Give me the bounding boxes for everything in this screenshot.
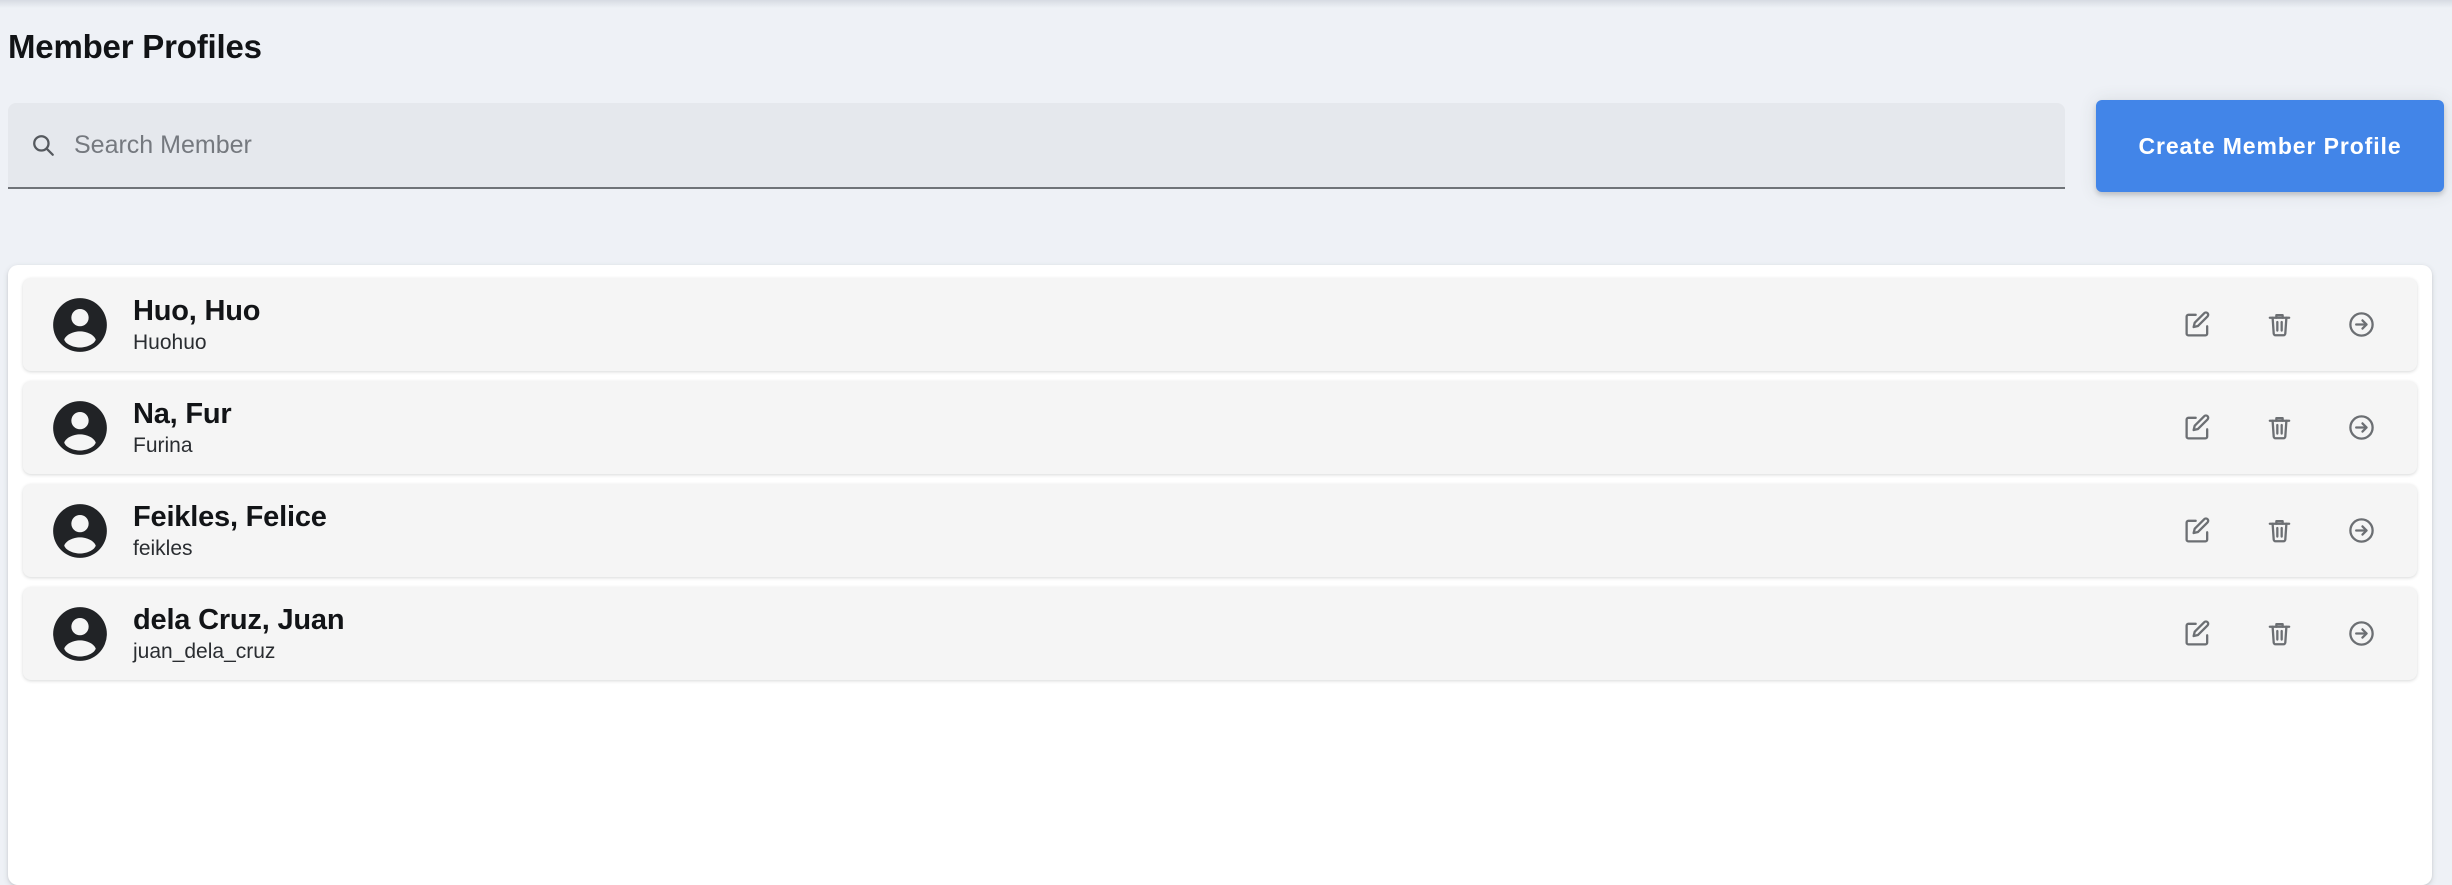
member-identity: dela Cruz, Juan juan_dela_cruz [133,603,345,665]
edit-square-pencil-icon [2183,619,2212,648]
member-identity: Feikles, Felice feikles [133,500,327,562]
person-avatar-icon [49,294,111,356]
person-avatar-icon [49,603,111,665]
member-list-item[interactable]: Na, Fur Furina [23,381,2417,474]
open-button[interactable] [2333,297,2389,353]
edit-square-pencil-icon [2183,310,2212,339]
open-button[interactable] [2333,503,2389,559]
delete-button[interactable] [2251,400,2307,456]
member-name: Na, Fur [133,397,232,430]
member-row-actions [2169,484,2389,577]
arrow-right-circle-icon [2347,310,2376,339]
person-avatar-icon [49,500,111,562]
trash-icon [2265,413,2294,442]
member-username: juan_dela_cruz [133,639,276,663]
member-list-panel: Huo, Huo Huohuo Na, Fur Furina Feikles, … [8,265,2432,885]
edit-button[interactable] [2169,503,2225,559]
app-bar-shadow [0,0,2452,8]
edit-square-pencil-icon [2183,516,2212,545]
member-row-actions [2169,278,2389,371]
member-name: Huo, Huo [133,294,261,327]
toolbar: Create Member Profile [0,100,2452,196]
person-avatar-icon [49,397,111,459]
delete-button[interactable] [2251,297,2307,353]
member-row-actions [2169,381,2389,474]
trash-icon [2265,516,2294,545]
page-title: Member Profiles [8,28,262,66]
member-username: feikles [133,536,193,560]
member-list-item[interactable]: Feikles, Felice feikles [23,484,2417,577]
edit-button[interactable] [2169,297,2225,353]
create-member-profile-button[interactable]: Create Member Profile [2096,100,2444,192]
member-name: Feikles, Felice [133,500,327,533]
member-username: Furina [133,433,193,457]
search-field[interactable] [8,103,2065,189]
member-identity: Huo, Huo Huohuo [133,294,260,356]
edit-button[interactable] [2169,400,2225,456]
trash-icon [2265,619,2294,648]
delete-button[interactable] [2251,503,2307,559]
edit-square-pencil-icon [2183,413,2212,442]
member-name: dela Cruz, Juan [133,603,345,636]
member-identity: Na, Fur Furina [133,397,232,459]
member-list-item[interactable]: Huo, Huo Huohuo [23,278,2417,371]
edit-button[interactable] [2169,606,2225,662]
member-row-actions [2169,587,2389,680]
trash-icon [2265,310,2294,339]
search-field-content [30,103,1674,187]
arrow-right-circle-icon [2347,413,2376,442]
delete-button[interactable] [2251,606,2307,662]
search-icon [30,132,56,158]
open-button[interactable] [2333,606,2389,662]
member-list-item[interactable]: dela Cruz, Juan juan_dela_cruz [23,587,2417,680]
member-username: Huohuo [133,330,207,354]
arrow-right-circle-icon [2347,516,2376,545]
arrow-right-circle-icon [2347,619,2376,648]
open-button[interactable] [2333,400,2389,456]
search-input[interactable] [74,130,1674,160]
